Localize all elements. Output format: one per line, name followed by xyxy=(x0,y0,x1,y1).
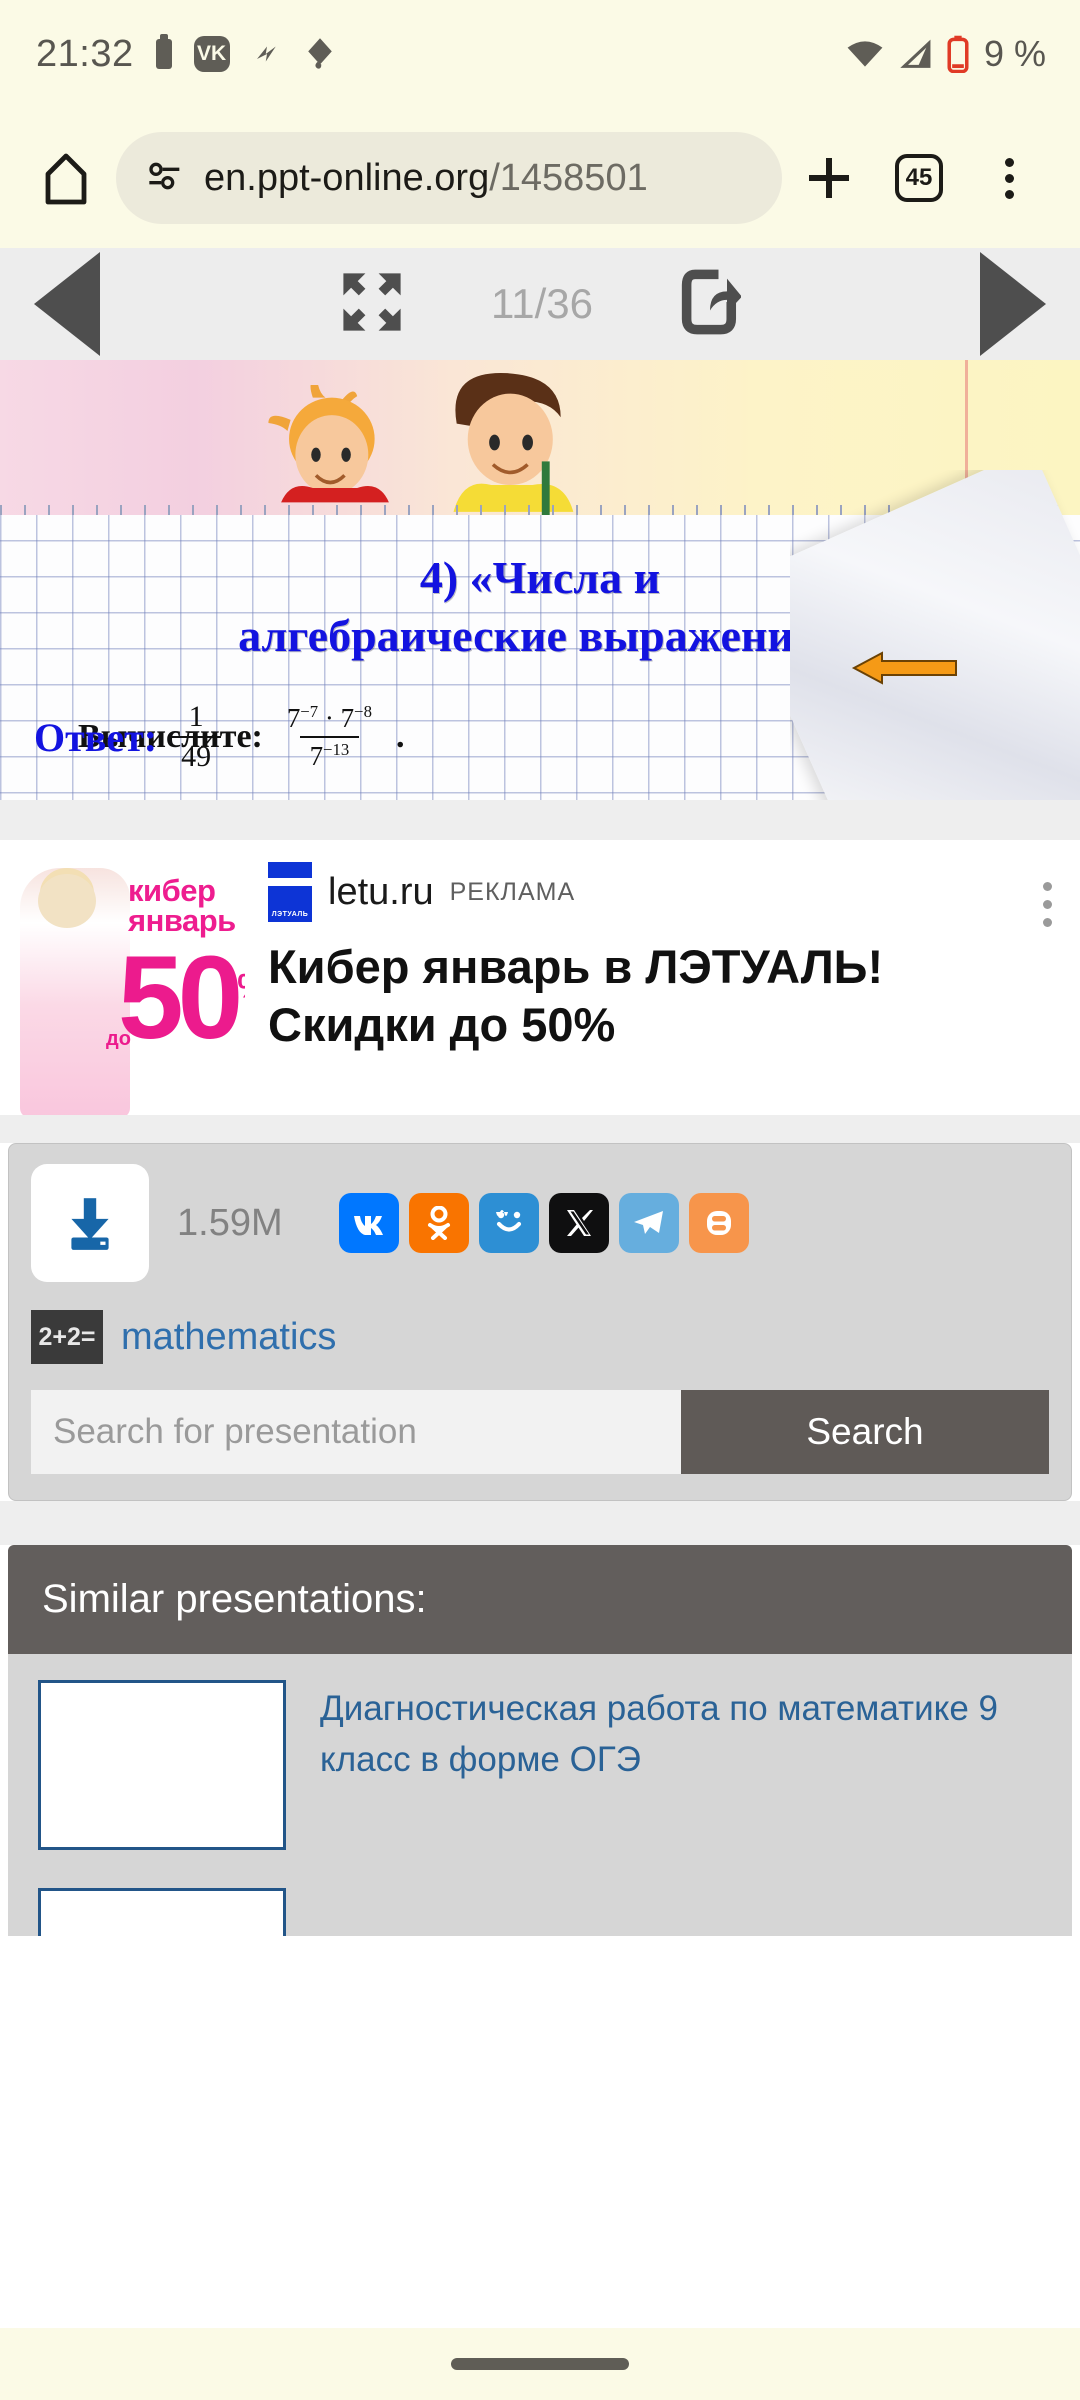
answer-label: Ответ: xyxy=(34,714,158,760)
slide-title: 4) «Числа и алгебраические выражения» xyxy=(0,549,1080,664)
share-button[interactable] xyxy=(679,268,742,341)
similar-list: Диагностическая работа по математике 9 к… xyxy=(8,1654,1072,1936)
download-icon xyxy=(71,1198,109,1250)
ad-headline-line1: Кибер январь в ЛЭТУАЛЬ! xyxy=(268,940,884,993)
tab-switcher-button[interactable]: 45 xyxy=(876,154,962,202)
slide-navigation-bar: 11/36 xyxy=(0,248,1080,360)
notebook-margin-line xyxy=(965,360,968,800)
ruler-edge-decoration xyxy=(0,505,1080,515)
status-clock: 21:32 xyxy=(36,32,134,75)
similar-presentations-section: Similar presentations: Диагностическая р… xyxy=(8,1545,1072,1936)
mathematics-icon: 2+2= xyxy=(31,1310,103,1364)
similar-thumbnail[interactable] xyxy=(38,1680,286,1850)
similar-heading: Similar presentations: xyxy=(8,1545,1072,1654)
fullscreen-button[interactable] xyxy=(339,269,405,340)
site-settings-icon[interactable] xyxy=(146,156,186,201)
ad-headline: Кибер январь в ЛЭТУАЛЬ! Скидки до 50% xyxy=(268,938,1020,1055)
orange-arrow-icon xyxy=(851,651,957,685)
tab-count: 45 xyxy=(895,154,943,202)
ad-model-figure xyxy=(20,868,130,1115)
cellular-icon xyxy=(898,38,932,70)
share-mailru-button[interactable] xyxy=(478,1193,539,1253)
answer-numerator: 1 xyxy=(188,700,204,733)
search-input[interactable] xyxy=(31,1390,681,1474)
ad-options-icon[interactable] xyxy=(1043,882,1052,927)
advertisement[interactable]: кибер январь до 50% ЛЭТУАЛЬ letu.ru РЕКЛ… xyxy=(0,840,1080,1115)
list-item[interactable] xyxy=(38,1888,1042,1936)
url-host: en.ppt-online.org xyxy=(204,156,490,199)
boy-illustration xyxy=(453,372,574,515)
ad-headline-line2: Скидки до 50% xyxy=(268,998,616,1052)
letu-logo-icon: ЛЭТУАЛЬ xyxy=(268,862,312,922)
share-vk-button[interactable] xyxy=(338,1193,399,1253)
gesture-pill[interactable] xyxy=(451,2358,629,2370)
presentation-slide[interactable]: 4) «Числа и алгебраические выражения» Вы… xyxy=(0,360,1080,800)
url-text: en.ppt-online.org/1458501 xyxy=(204,157,648,200)
ad-creative-discount: 50% xyxy=(118,932,245,1064)
battery-low-icon xyxy=(946,35,970,73)
vk-icon: VK xyxy=(193,36,230,72)
ad-spacer-top xyxy=(0,800,1080,840)
similar-title[interactable]: Диагностическая работа по математике 9 к… xyxy=(320,1680,1042,1850)
status-bar-left: 21:32 VK xyxy=(36,33,336,76)
url-bar[interactable]: en.ppt-online.org/1458501 xyxy=(116,132,782,224)
panel-spacer xyxy=(0,1115,1080,1143)
category-tag-row[interactable]: 2+2= mathematics xyxy=(31,1310,1049,1364)
pen-icon xyxy=(304,37,336,71)
prev-slide-button[interactable] xyxy=(34,252,100,356)
download-share-row: 1.59M xyxy=(31,1164,1049,1282)
slide-formula-row: Вычислите: 7−7 · 7−8 7−13 . xyxy=(78,702,1080,772)
girl-illustration xyxy=(268,385,389,503)
similar-spacer xyxy=(0,1501,1080,1545)
home-button[interactable] xyxy=(28,150,104,206)
category-tag-link[interactable]: mathematics xyxy=(121,1316,336,1359)
answer-fraction: 1 49 xyxy=(171,700,222,774)
social-share-list xyxy=(338,1193,749,1253)
notification-icon xyxy=(252,39,282,69)
ad-creative-heading: кибер январь xyxy=(128,873,236,939)
share-odnoklassniki-button[interactable] xyxy=(408,1193,469,1253)
page-indicator: 11/36 xyxy=(491,280,593,327)
download-button[interactable] xyxy=(31,1164,149,1282)
slide-nav-center: 11/36 xyxy=(339,268,742,341)
ad-brand-name: letu.ru xyxy=(328,870,434,913)
slide-illustration-banner xyxy=(0,360,1080,515)
browser-menu-button[interactable] xyxy=(966,157,1052,199)
ad-text-block: ЛЭТУАЛЬ letu.ru РЕКЛАМА Кибер январь в Л… xyxy=(268,840,1020,1055)
status-bar-right: 9 % xyxy=(846,33,1046,75)
ad-creative-image: кибер январь до 50% xyxy=(10,850,245,1115)
search-row: Search xyxy=(31,1390,1049,1474)
list-item[interactable]: Диагностическая работа по математике 9 к… xyxy=(38,1680,1042,1850)
ad-label: РЕКЛАМА xyxy=(449,877,576,906)
share-telegram-button[interactable] xyxy=(618,1193,679,1253)
search-button[interactable]: Search xyxy=(681,1390,1049,1474)
ad-brand-row: ЛЭТУАЛЬ letu.ru РЕКЛАМА xyxy=(268,862,1020,922)
battery-percent: 9 % xyxy=(983,33,1046,74)
file-size-label: 1.59M xyxy=(177,1201,283,1244)
share-x-button[interactable] xyxy=(548,1193,609,1253)
next-slide-button[interactable] xyxy=(980,252,1046,356)
share-panel: 1.59M 2+2= mathematics Search for presen… xyxy=(8,1143,1072,1501)
formula-fraction: 7−7 · 7−8 7−13 xyxy=(277,702,382,772)
navigation-gesture-bar[interactable] xyxy=(0,2328,1080,2400)
slide-answer-row: Ответ: 1 49 xyxy=(34,700,222,774)
url-path: /1458501 xyxy=(489,156,648,199)
formula-numerator: 7−7 · 7−8 xyxy=(286,702,372,733)
answer-denominator: 49 xyxy=(171,736,222,774)
overflow-menu-icon xyxy=(1004,157,1014,199)
browser-toolbar: en.ppt-online.org/1458501 45 xyxy=(0,108,1080,248)
new-tab-button[interactable] xyxy=(786,152,872,204)
status-bar: 21:32 VK 9 % xyxy=(0,0,1080,108)
formula-trailing-dot: . xyxy=(395,718,405,755)
battery-icon xyxy=(155,34,172,69)
similar-thumbnail[interactable] xyxy=(38,1888,286,1936)
wifi-icon xyxy=(846,38,884,70)
share-blogger-button[interactable] xyxy=(688,1193,749,1253)
formula-denominator: 7−13 xyxy=(299,736,360,772)
slide-title-line1: 4) «Числа и xyxy=(419,552,661,603)
